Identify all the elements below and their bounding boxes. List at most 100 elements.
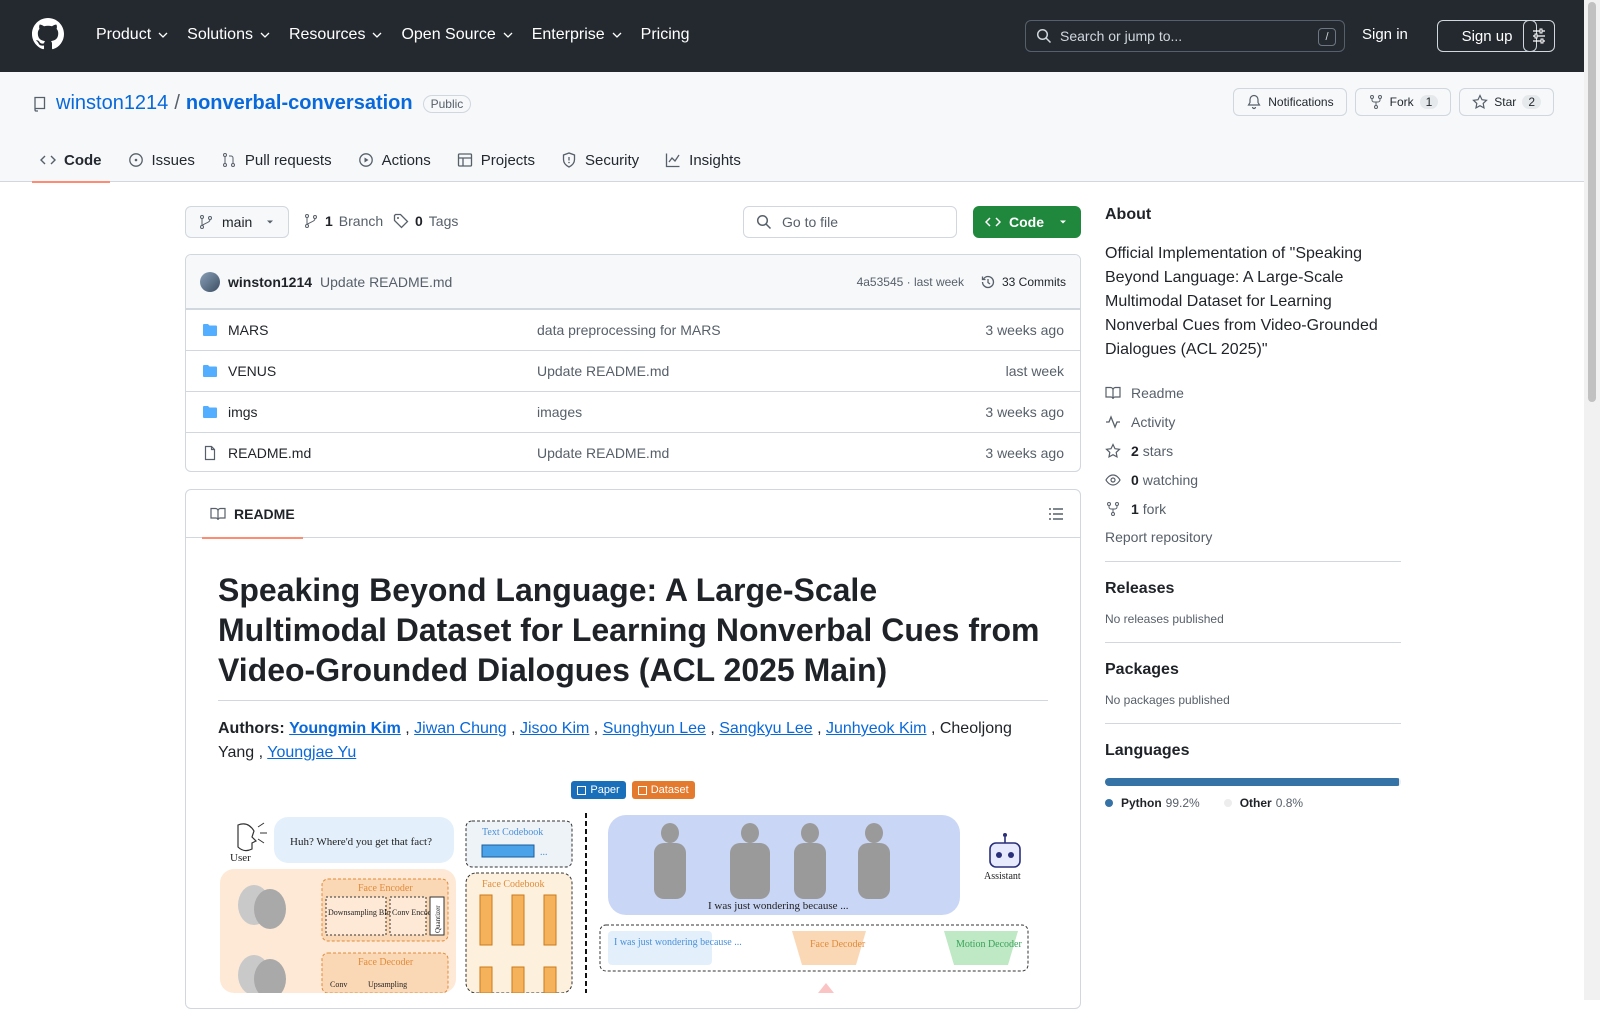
tab-label: Insights [689,151,741,169]
language-name: Python [1121,796,1162,810]
notifications-button[interactable]: Notifications [1233,88,1347,116]
caret-down-icon [1060,220,1066,224]
watching-link[interactable]: 0 watching [1105,465,1401,494]
assistant-speech-text: I was just wondering because ... [708,900,849,912]
repo-name-link[interactable]: nonverbal-conversation [186,92,413,115]
file-name: imgs [228,404,258,420]
about-description: Official Implementation of "Speaking Bey… [1105,245,1378,358]
author-link[interactable]: Jiwan Chung [414,720,507,737]
ellipsis-text: ... [540,847,548,858]
file-link[interactable]: VENUS [202,363,537,379]
report-repository-link[interactable]: Report repository [1105,529,1401,545]
activity-link[interactable]: Activity [1105,407,1401,436]
releases-heading[interactable]: Releases [1105,580,1401,598]
tab-label: Code [64,151,102,169]
repo-owner-link[interactable]: winston1214 [56,92,168,115]
tags-link[interactable]: 0 Tags [393,213,458,229]
list-icon[interactable] [1048,506,1064,522]
readme-link[interactable]: Readme [1105,378,1401,407]
file-commit-message[interactable]: images [537,404,985,420]
file-link[interactable]: MARS [202,322,537,338]
language-bar-python [1105,778,1399,786]
table-row: MARS data preprocessing for MARS 3 weeks… [186,309,1080,350]
file-link[interactable]: README.md [202,445,537,461]
star-button[interactable]: Star 2 [1459,88,1554,116]
tag-icon [393,213,409,229]
dataset-badge[interactable]: Dataset [631,781,695,799]
architecture-figure: User Huh? Where'd you get that fact? Tex… [218,813,1048,993]
scrollbar-thumb[interactable] [1588,2,1596,402]
fork-icon [1369,95,1382,109]
code-icon [40,155,56,165]
commit-author[interactable]: winston1214 [228,274,312,290]
language-dot [1105,799,1113,807]
file-commit-message[interactable]: Update README.md [537,363,1006,379]
nav-solutions[interactable]: Solutions [179,22,279,48]
author-link[interactable]: Junhyeok Kim [826,720,927,737]
nav-open-source[interactable]: Open Source [393,22,521,48]
author-link[interactable]: Jisoo Kim [520,720,589,737]
tab-projects[interactable]: Projects [449,138,543,182]
square-icon [577,785,587,795]
nav-label: Product [96,26,152,43]
go-to-file-input[interactable]: Go to file [743,206,957,238]
page-scrollbar[interactable] [1584,0,1600,1000]
tab-label: Actions [381,151,431,169]
file-commit-message[interactable]: Update README.md [537,445,985,461]
notifications-label: Notifications [1268,95,1334,109]
repo-title: winston1214 / nonverbal-conversation Pub… [32,92,472,115]
nav-resources[interactable]: Resources [281,22,391,48]
branch-icon [200,215,212,229]
code-icon [985,217,1001,227]
language-list: Python 99.2% Other 0.8% [1105,796,1401,810]
table-row: VENUS Update README.md last week [186,350,1080,391]
commits-history-link[interactable]: 33 Commits [980,274,1066,290]
nav-enterprise[interactable]: Enterprise [524,22,631,48]
search-placeholder: Search or jump to... [1060,28,1183,44]
author-link[interactable]: Sunghyun Lee [603,720,706,737]
tab-issues[interactable]: Issues [120,138,203,182]
file-commit-message[interactable]: data preprocessing for MARS [537,322,985,338]
tab-label: Issues [151,151,195,169]
book-icon [210,507,226,520]
tab-pull-requests[interactable]: Pull requests [213,138,340,182]
global-search-input[interactable]: Search or jump to... / [1025,20,1345,52]
tab-security[interactable]: Security [553,138,647,182]
github-logo-icon[interactable] [32,18,64,50]
watching-count: 0 [1131,471,1139,488]
chevron-down-icon [260,32,270,38]
code-dropdown-button[interactable]: Code [973,206,1081,238]
sign-up-button[interactable]: Sign up [1437,20,1537,52]
tab-code[interactable]: Code [32,138,110,183]
file-link[interactable]: imgs [202,404,537,420]
language-item-python[interactable]: Python 99.2% [1105,796,1200,810]
nav-pricing[interactable]: Pricing [633,22,698,48]
paper-badge[interactable]: Paper [571,781,626,799]
fork-button[interactable]: Fork 1 [1354,88,1452,116]
branches-link[interactable]: 1 Branch [303,213,383,229]
folder-icon [203,365,217,377]
nav-product[interactable]: Product [88,22,177,48]
commit-message[interactable]: Update README.md [320,274,452,290]
commit-hash-time[interactable]: 4a53545 · last week [857,275,964,289]
author-link[interactable]: Youngmin Kim [289,720,401,737]
stars-label: stars [1142,442,1174,459]
file-name: README.md [228,445,312,461]
file-time: 3 weeks ago [985,404,1064,420]
command-palette-button[interactable] [1523,20,1555,52]
avatar[interactable] [200,271,220,292]
stars-link[interactable]: 2 stars [1105,436,1401,465]
forks-link[interactable]: 1 fork [1105,494,1401,523]
fork-count: 1 [1419,95,1439,109]
book-icon [1105,386,1121,399]
packages-heading[interactable]: Packages [1105,661,1401,679]
graph-icon [666,153,680,168]
tab-actions[interactable]: Actions [350,138,439,182]
readme-tab[interactable]: README [202,490,303,539]
branch-selector[interactable]: main [185,206,289,238]
language-item-other[interactable]: Other 0.8% [1223,796,1303,810]
sign-in-link[interactable]: Sign in [1362,26,1408,43]
author-link[interactable]: Youngjae Yu [267,744,356,761]
tab-insights[interactable]: Insights [657,138,749,182]
author-link[interactable]: Sangkyu Lee [719,720,812,737]
